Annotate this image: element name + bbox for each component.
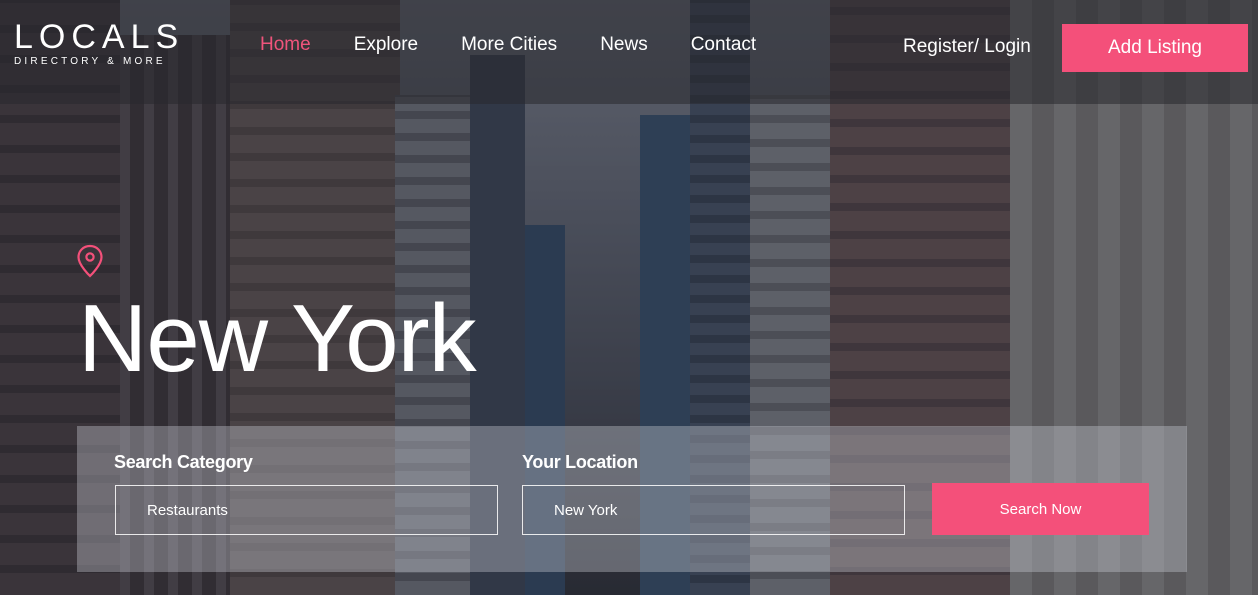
- nav-item-home[interactable]: Home: [260, 34, 311, 56]
- main-nav: Home Explore More Cities News Contact: [260, 34, 799, 56]
- map-pin-icon: [77, 244, 103, 278]
- search-panel: Search Category Your Location Restaurant…: [77, 426, 1187, 572]
- category-label: Search Category: [114, 452, 253, 472]
- search-now-button[interactable]: Search Now: [932, 483, 1149, 535]
- nav-item-more-cities[interactable]: More Cities: [461, 34, 557, 56]
- site-header: LOCALS DIRECTORY & MORE Home Explore Mor…: [0, 0, 1258, 104]
- add-listing-button[interactable]: Add Listing: [1062, 24, 1248, 72]
- logo-name: LOCALS: [14, 18, 185, 56]
- category-input[interactable]: Restaurants: [115, 485, 498, 535]
- page-title: New York: [78, 285, 477, 392]
- nav-item-news[interactable]: News: [600, 34, 648, 56]
- site-logo[interactable]: LOCALS DIRECTORY & MORE: [14, 20, 184, 67]
- register-login-link[interactable]: Register/ Login: [903, 36, 1031, 58]
- nav-item-contact[interactable]: Contact: [691, 34, 756, 56]
- location-input[interactable]: New York: [522, 485, 905, 535]
- nav-item-explore[interactable]: Explore: [354, 34, 418, 56]
- logo-tagline: DIRECTORY & MORE: [14, 56, 166, 67]
- location-label: Your Location: [522, 452, 638, 472]
